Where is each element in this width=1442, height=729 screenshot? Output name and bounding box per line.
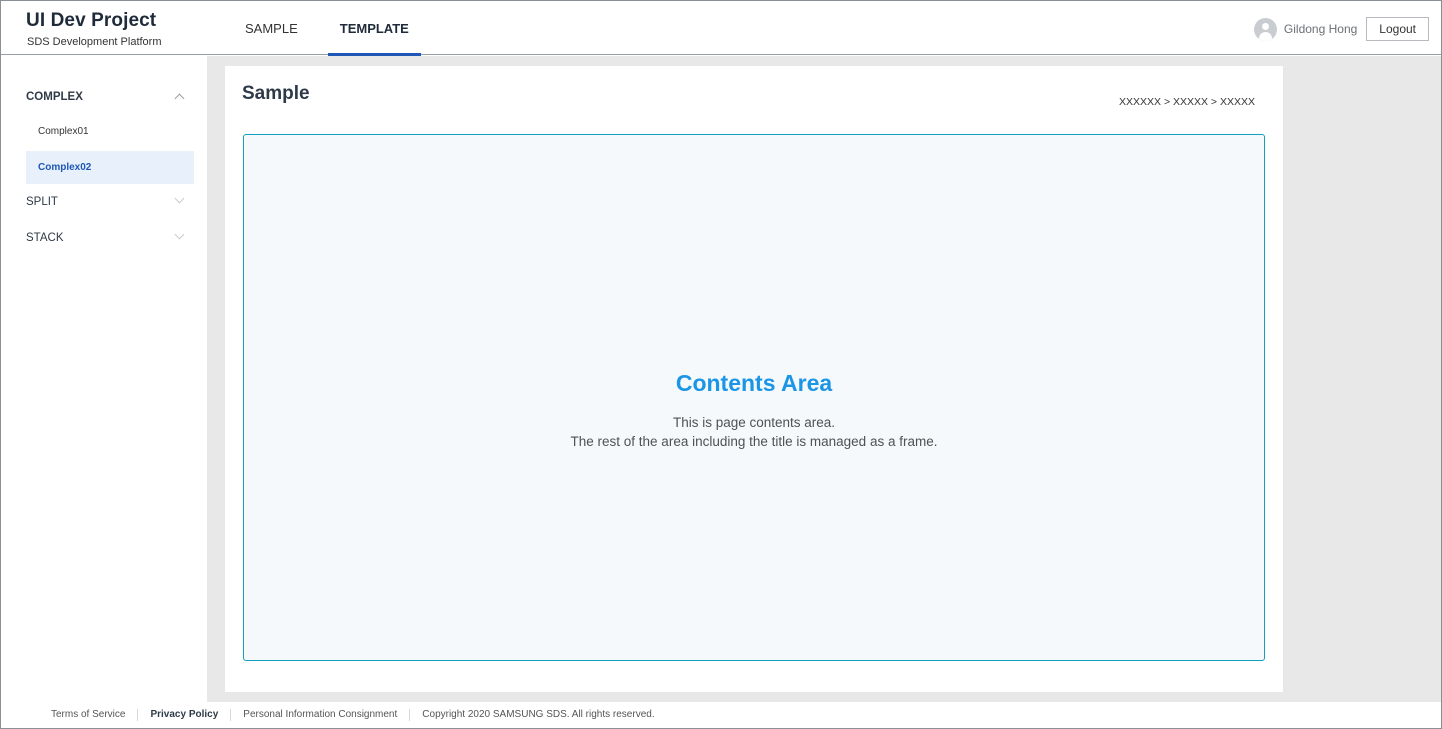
page-title: Sample [242,83,310,104]
user-name[interactable]: Gildong Hong [1284,22,1357,36]
chevron-down-icon[interactable] [174,193,185,204]
app-title[interactable]: UI Dev Project [26,10,156,32]
contents-area: Contents Area This is page contents area… [243,134,1265,661]
contents-line-2: The rest of the area including the title… [570,434,938,449]
logout-button[interactable]: Logout [1366,17,1429,41]
contents-title: Contents Area [675,370,833,396]
nav-tab-sample[interactable]: SAMPLE [233,1,310,55]
user-area: Gildong Hong Logout [1253,17,1429,41]
top-nav: SAMPLE TEMPLATE [233,1,439,56]
sidebar-group-complex[interactable]: COMPLEX [26,79,194,115]
contents-line-1: This is page contents area. [672,415,836,430]
footer-link-terms[interactable]: Terms of Service [39,709,137,721]
sidebar-group-label: STACK [26,232,64,244]
chevron-down-icon[interactable] [174,229,185,240]
sidebar-item-complex02[interactable]: Complex02 [26,151,194,184]
content-card: Sample XXXXXX > XXXXX > XXXXX Contents A… [225,66,1283,692]
footer: Terms of Service Privacy Policy Personal… [1,702,1441,728]
sidebar-group-label: COMPLEX [26,91,83,103]
breadcrumb: XXXXXX > XXXXX > XXXXX [1119,96,1255,108]
footer-link-consignment[interactable]: Personal Information Consignment [230,709,409,721]
sidebar-group-split[interactable]: SPLIT [26,184,194,220]
contents-description: This is page contents area. The rest of … [244,413,1264,451]
sidebar-item-complex01[interactable]: Complex01 [26,115,194,148]
app-window: UI Dev Project SDS Development Platform … [0,0,1442,729]
footer-copyright: Copyright 2020 SAMSUNG SDS. All rights r… [409,709,666,721]
sidebar-group-label: SPLIT [26,196,58,208]
footer-link-privacy[interactable]: Privacy Policy [137,709,230,721]
header: UI Dev Project SDS Development Platform … [1,1,1441,56]
user-avatar-icon[interactable] [1253,17,1277,41]
chevron-up-icon[interactable] [174,93,185,104]
sidebar: COMPLEX Complex01 Complex02 SPLIT STACK [1,56,207,702]
app-subtitle: SDS Development Platform [27,36,162,48]
sidebar-group-stack[interactable]: STACK [26,220,194,256]
nav-tab-template[interactable]: TEMPLATE [327,1,421,56]
